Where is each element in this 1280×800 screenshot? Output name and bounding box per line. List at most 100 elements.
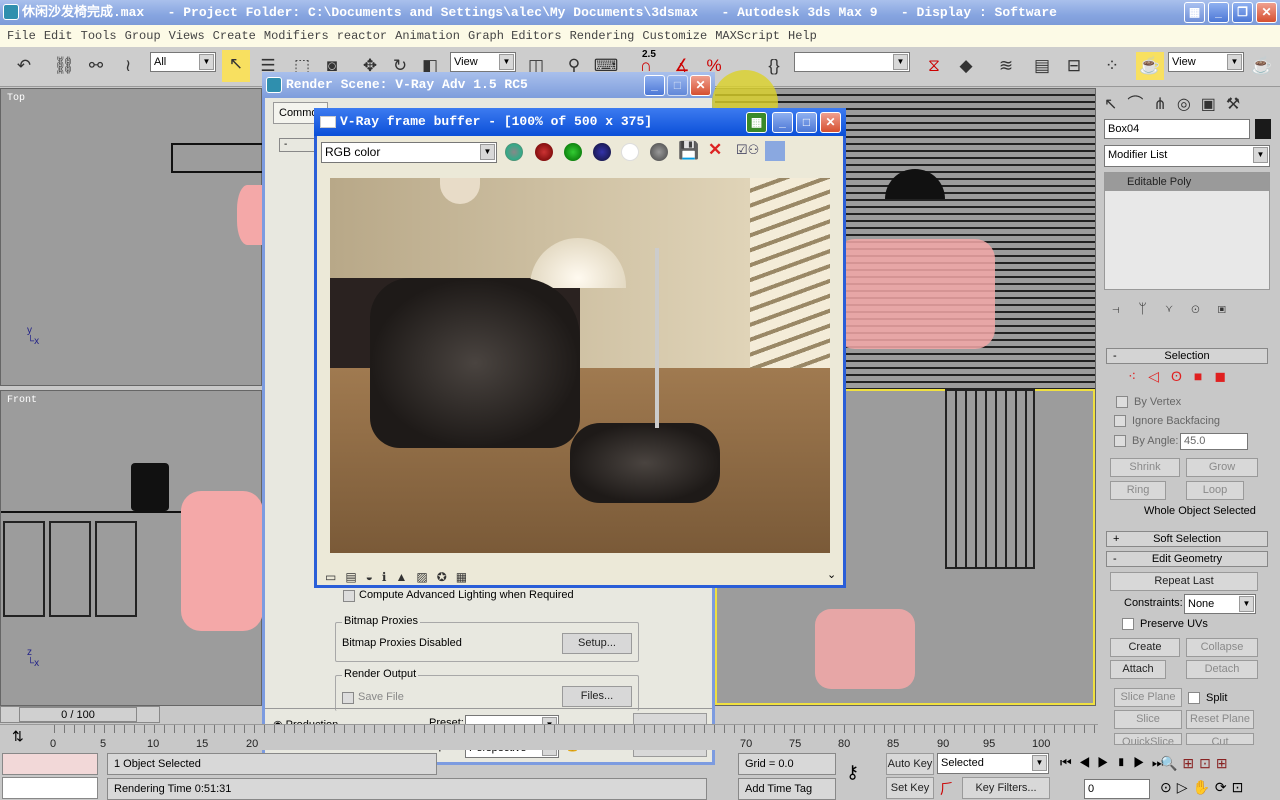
ref-coord-dropdown[interactable]: View ▼	[450, 52, 516, 72]
quickslice-button[interactable]: QuickSlice	[1114, 733, 1182, 745]
curve-editor-mini-icon[interactable]: ⇅	[12, 728, 24, 745]
save-file-checkbox[interactable]: Save File	[358, 691, 404, 703]
menu-edit[interactable]: Edit	[44, 29, 73, 43]
bind-space-warp-icon[interactable]: ≀	[114, 52, 142, 80]
menu-customize[interactable]: Customize	[642, 29, 707, 43]
ignore-backfacing-checkbox[interactable]: Ignore Backfacing	[1132, 415, 1220, 427]
rollout-selection[interactable]: - Selection	[1106, 348, 1268, 364]
save-icon[interactable]: 💾	[678, 141, 699, 161]
detach-button[interactable]: Detach	[1186, 660, 1258, 679]
maxscript-listener-pink[interactable]	[2, 753, 98, 775]
undo-icon[interactable]: ↶	[10, 52, 38, 80]
select-link-icon[interactable]: ⛓	[50, 52, 78, 80]
collapse-button[interactable]: Collapse	[1186, 638, 1258, 657]
minimize-button[interactable]: _	[1208, 2, 1229, 23]
add-time-tag[interactable]: Add Time Tag	[738, 778, 836, 800]
material-editor-icon[interactable]: ⁘	[1098, 52, 1126, 80]
preserve-uvs-checkbox[interactable]: Preserve UVs	[1140, 618, 1208, 630]
current-frame-spinner[interactable]: 0	[1084, 779, 1150, 799]
alpha-channel-icon[interactable]	[621, 143, 639, 161]
render-scene-close[interactable]: ✕	[690, 75, 711, 96]
key-mode-dropdown[interactable]: Selected ▼	[937, 753, 1049, 774]
vfb-minimize[interactable]: _	[772, 112, 793, 133]
render-type-dropdown[interactable]: View ▼	[1168, 52, 1244, 72]
repeat-last-button[interactable]: Repeat Last	[1110, 572, 1258, 591]
named-selection-dropdown[interactable]: ▼	[794, 52, 910, 72]
menu-tools[interactable]: Tools	[81, 29, 117, 43]
auto-key-button[interactable]: Auto Key	[886, 753, 934, 775]
reset-plane-button[interactable]: Reset Plane	[1186, 710, 1254, 729]
viewport-top[interactable]: Top y └x	[0, 88, 263, 386]
key-filters-button[interactable]: Key Filters...	[962, 777, 1050, 799]
rollout-soft-selection[interactable]: + Soft Selection	[1106, 531, 1268, 547]
time-slider-handle[interactable]: 0 / 100	[19, 707, 137, 722]
menu-graph-editors[interactable]: Graph Editors	[468, 29, 562, 43]
create-button[interactable]: Create	[1110, 638, 1180, 657]
menu-maxscript[interactable]: MAXScript	[715, 29, 780, 43]
red-channel-icon[interactable]	[535, 143, 553, 161]
slice-button[interactable]: Slice	[1114, 710, 1182, 729]
key-icon[interactable]: ⚷	[846, 762, 859, 783]
loop-button[interactable]: Loop	[1186, 481, 1244, 500]
region-render-icon[interactable]	[765, 141, 785, 161]
render-scene-maximize[interactable]: □	[667, 75, 688, 96]
object-name-field[interactable]: Box04	[1104, 119, 1250, 139]
vfb-bottom-toolbar[interactable]: ▭▤◒ℹ▲▨✪▦	[325, 570, 476, 584]
vfb-maximize[interactable]: □	[796, 112, 817, 133]
subobject-icons[interactable]: ⁖◁ʘ■◼	[1128, 368, 1238, 385]
setup-button[interactable]: Setup...	[562, 633, 632, 654]
curve-editor-icon[interactable]: ▤	[1028, 52, 1056, 80]
rollout-edit-geometry[interactable]: - Edit Geometry	[1106, 551, 1268, 567]
layer-manager-icon[interactable]: ≋	[992, 52, 1020, 80]
maxscript-listener-white[interactable]	[2, 777, 98, 799]
clear-icon[interactable]: ✕	[708, 140, 722, 160]
time-slider[interactable]: 0 / 100	[0, 706, 160, 723]
grow-button[interactable]: Grow	[1186, 458, 1258, 477]
cut-button[interactable]: Cut	[1186, 733, 1254, 745]
command-tabs[interactable]: ↖⌒⋔◎▣⚒	[1104, 90, 1274, 114]
modifier-list-dropdown[interactable]: Modifier List ▼	[1104, 145, 1270, 167]
menu-views[interactable]: Views	[169, 29, 205, 43]
close-button[interactable]: ✕	[1256, 2, 1277, 23]
angle-spinner[interactable]: 45.0	[1180, 433, 1248, 450]
render-scene-minimize[interactable]: _	[644, 75, 665, 96]
by-vertex-checkbox[interactable]: By Vertex	[1134, 396, 1181, 408]
playback-controls[interactable]: ⏮◀▶▮▶⏭	[1060, 755, 1171, 771]
blue-channel-icon[interactable]	[593, 143, 611, 161]
schematic-view-icon[interactable]: ⊟	[1060, 52, 1088, 80]
rollout-collapse[interactable]: -	[279, 138, 319, 152]
track-bar[interactable]	[0, 724, 1098, 750]
ring-button[interactable]: Ring	[1110, 481, 1166, 500]
menu-reactor[interactable]: reactor	[337, 29, 387, 43]
rgb-channel-icon[interactable]	[505, 143, 523, 161]
grid-icon[interactable]: ▦	[746, 112, 767, 133]
restore-button[interactable]: ❐	[1232, 2, 1253, 23]
align-icon[interactable]: ◆	[952, 52, 980, 80]
select-object-icon[interactable]: ↖	[222, 50, 250, 82]
viewport-nav-controls-2[interactable]: ⊙▷✋⟳⊡	[1160, 779, 1248, 796]
files-button[interactable]: Files...	[562, 686, 632, 707]
tangent-icon[interactable]: ⺁	[940, 779, 954, 799]
menu-help[interactable]: Help	[788, 29, 817, 43]
constraints-dropdown[interactable]: None ▼	[1184, 594, 1256, 614]
by-angle-checkbox[interactable]: By Angle:	[1132, 435, 1178, 447]
menu-animation[interactable]: Animation	[395, 29, 460, 43]
channel-dropdown[interactable]: RGB color ▼	[321, 142, 497, 163]
menu-file[interactable]: File	[7, 29, 36, 43]
shrink-button[interactable]: Shrink	[1110, 458, 1180, 477]
stack-tools[interactable]: ⊣ᛘ⋎☉▣	[1112, 300, 1244, 316]
grid-icon[interactable]: ▦	[1184, 2, 1205, 23]
stack-item-editable-poly[interactable]: Editable Poly	[1105, 173, 1269, 191]
attach-button[interactable]: Attach	[1110, 660, 1166, 679]
mirror-icon[interactable]: ⧖	[920, 52, 948, 80]
slice-plane-button[interactable]: Slice Plane	[1114, 688, 1182, 707]
track-mouse-icon[interactable]: ☑⚇	[736, 142, 759, 158]
green-channel-icon[interactable]	[564, 143, 582, 161]
unlink-icon[interactable]: ⚯	[82, 52, 110, 80]
menu-create[interactable]: Create	[213, 29, 256, 43]
object-color-swatch[interactable]	[1255, 119, 1271, 139]
selection-filter-dropdown[interactable]: All ▼	[150, 52, 216, 72]
vfb-close[interactable]: ✕	[820, 112, 841, 133]
render-scene-icon[interactable]: ☕	[1136, 52, 1164, 80]
quick-render-icon[interactable]: ☕	[1248, 52, 1276, 80]
